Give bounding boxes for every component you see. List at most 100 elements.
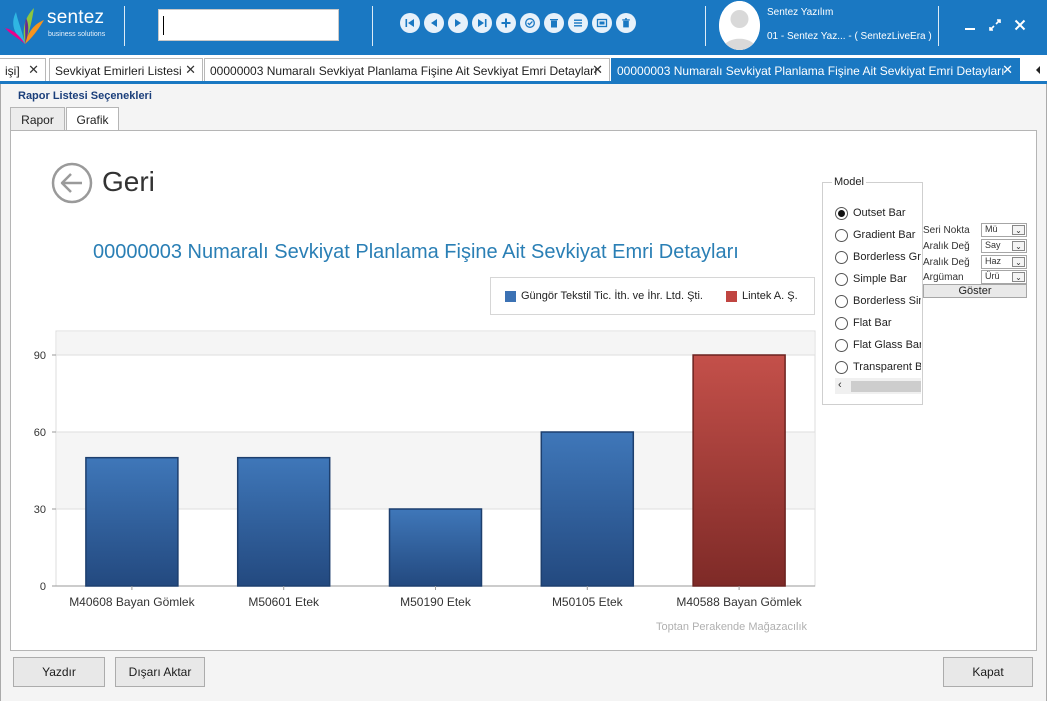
delete-icon[interactable]	[544, 13, 564, 33]
chart-title: 00000003 Numaralı Sevkiyat Planlama Fişi…	[93, 241, 739, 263]
next-icon[interactable]	[448, 13, 468, 33]
model-option-label: Flat Bar	[853, 317, 892, 329]
tab-label: işi]	[5, 63, 20, 78]
text-caret	[163, 16, 164, 35]
brand-subtitle: business solutions	[48, 31, 106, 38]
select-value: Say	[985, 240, 1001, 250]
user-company[interactable]: 01 - Sentez Yaz... - ( SentezLiveEra )	[767, 31, 932, 42]
trash-icon[interactable]	[616, 13, 636, 33]
radio-button[interactable]	[835, 228, 848, 242]
back-arrow-icon[interactable]	[51, 162, 93, 204]
close-button[interactable]: Kapat	[943, 657, 1033, 687]
setting-label: Argüman	[923, 272, 964, 283]
approve-icon[interactable]	[520, 13, 540, 33]
radio-button[interactable]	[835, 316, 848, 330]
tab-sevkiyat-detay-active[interactable]: 00000003 Numaralı Sevkiyat Planlama Fişi…	[611, 58, 1020, 82]
tab-label: 00000003 Numaralı Sevkiyat Planlama Fişi…	[210, 63, 598, 78]
tab-sevkiyat-detay[interactable]: 00000003 Numaralı Sevkiyat Planlama Fişi…	[204, 58, 610, 82]
tab-grafik[interactable]: Grafik	[66, 107, 119, 132]
search-input[interactable]	[158, 9, 339, 41]
tab-rapor[interactable]: Rapor	[10, 107, 65, 131]
chevron-down-icon[interactable]: ⌄	[1012, 241, 1025, 251]
previous-icon[interactable]	[424, 13, 444, 33]
export-button[interactable]: Dışarı Aktar	[115, 657, 205, 687]
select-value: Haz	[985, 256, 1002, 266]
y-tick-label: 90	[34, 350, 46, 362]
setting-label: Aralık Değ	[923, 257, 970, 268]
model-option[interactable]: Flat Bar	[835, 312, 921, 334]
scroll-thumb[interactable]	[851, 381, 921, 392]
maximize-icon[interactable]	[985, 14, 1005, 36]
preview-icon[interactable]	[592, 13, 612, 33]
tab-scroll-left-icon[interactable]	[1029, 58, 1047, 82]
chevron-down-icon[interactable]: ⌄	[1012, 257, 1025, 267]
model-option-label: Transparent Bar	[853, 361, 921, 373]
legend-label: Güngör Tekstil Tic. İth. ve İhr. Ltd. Şt…	[521, 290, 703, 302]
scroll-left-icon[interactable]: ‹	[838, 379, 842, 391]
brand-name: sentez	[47, 7, 105, 28]
back-button[interactable]: Geri	[102, 166, 155, 198]
divider	[705, 6, 706, 46]
print-button[interactable]: Yazdır	[13, 657, 105, 687]
list-icon[interactable]	[568, 13, 588, 33]
grid-band	[57, 332, 814, 355]
model-option[interactable]: Gradient Bar	[835, 224, 921, 246]
argument-select[interactable]: Ürü ⌄	[981, 270, 1027, 284]
divider	[938, 6, 939, 46]
model-title: Model	[832, 176, 866, 188]
close-tab-icon[interactable]: ✕	[185, 62, 196, 78]
radio-button[interactable]	[835, 206, 848, 220]
model-option-label: Simple Bar	[853, 273, 907, 285]
last-icon[interactable]	[472, 13, 492, 33]
series-point-select[interactable]: Mü ⌄	[981, 223, 1027, 237]
model-option[interactable]: Flat Glass Bar	[835, 334, 921, 356]
avatar[interactable]	[719, 1, 760, 50]
tab-sevkiyat-emirleri[interactable]: Sevkiyat Emirleri Listesi ✕	[49, 58, 203, 82]
model-scrollbar[interactable]: ‹	[835, 378, 921, 394]
interval-value-select[interactable]: Say ⌄	[981, 239, 1027, 253]
model-option[interactable]: Outset Bar	[835, 202, 921, 224]
y-tick-label: 60	[34, 427, 46, 439]
close-tab-icon[interactable]: ✕	[1002, 62, 1013, 78]
bar[interactable]	[692, 354, 786, 587]
model-option[interactable]: Borderless Simple Bar	[835, 290, 921, 312]
close-tab-icon[interactable]: ✕	[28, 62, 39, 78]
legend-item: Güngör Tekstil Tic. İth. ve İhr. Ltd. Şt…	[505, 290, 703, 302]
x-tick-label: M50190 Etek	[400, 595, 472, 609]
minimize-icon[interactable]	[960, 14, 980, 36]
close-tab-icon[interactable]: ✕	[592, 62, 603, 78]
setting-label: Aralık Değ	[923, 241, 970, 252]
model-option[interactable]: Simple Bar	[835, 268, 921, 290]
model-option[interactable]: Borderless Gradient Bar	[835, 246, 921, 268]
chevron-down-icon[interactable]: ⌄	[1012, 272, 1025, 282]
y-tick-label: 30	[34, 504, 46, 516]
first-icon[interactable]	[400, 13, 420, 33]
legend-swatch	[726, 290, 737, 302]
radio-button[interactable]	[835, 272, 848, 286]
bar[interactable]	[388, 508, 483, 587]
bar[interactable]	[236, 456, 331, 587]
sentez-logo-icon	[5, 8, 44, 44]
radio-button[interactable]	[835, 294, 848, 308]
tab-label: Grafik	[76, 113, 109, 127]
chevron-down-icon[interactable]: ⌄	[1012, 225, 1025, 235]
user-name: Sentez Yazılım	[767, 7, 834, 18]
show-button[interactable]: Göster	[923, 284, 1027, 298]
model-option-label: Outset Bar	[853, 207, 906, 219]
radio-button[interactable]	[835, 338, 848, 352]
add-icon[interactable]	[496, 13, 516, 33]
divider	[372, 6, 373, 46]
select-value: Ürü	[985, 271, 1000, 281]
radio-button[interactable]	[835, 250, 848, 264]
bar[interactable]	[85, 456, 179, 587]
bar[interactable]	[540, 431, 635, 587]
record-toolbar	[400, 13, 636, 33]
x-tick-label: M50601 Etek	[248, 595, 320, 609]
select-value: Mü	[985, 224, 998, 234]
radio-button[interactable]	[835, 360, 848, 374]
interval-value-2-select[interactable]: Haz ⌄	[981, 255, 1027, 269]
model-option[interactable]: Transparent Bar	[835, 356, 921, 378]
close-window-icon[interactable]	[1010, 14, 1030, 36]
tab-partial[interactable]: işi] ✕	[0, 58, 46, 82]
document-tabs: işi] ✕ Sevkiyat Emirleri Listesi ✕ 00000…	[0, 55, 1047, 84]
